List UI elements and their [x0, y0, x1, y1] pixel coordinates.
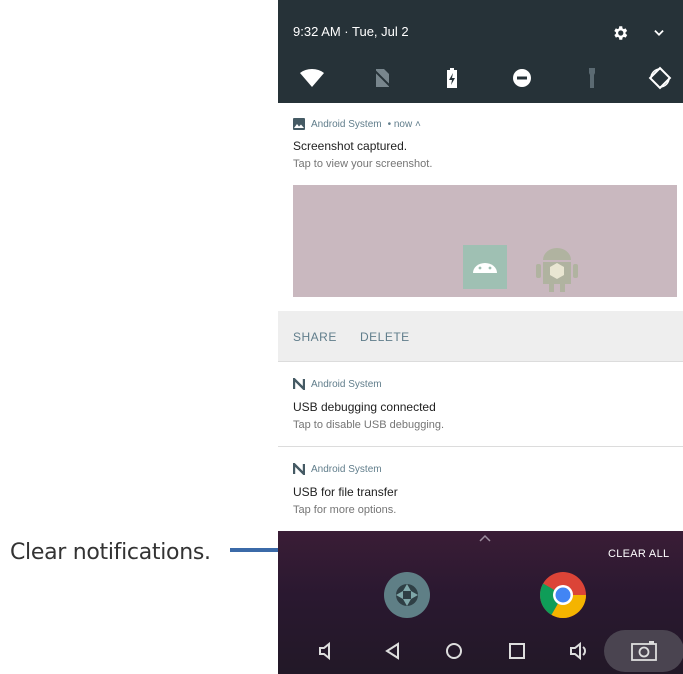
screenshot-preview[interactable]: [293, 185, 677, 297]
chevron-up-icon[interactable]: [479, 534, 491, 542]
battery-saver-icon[interactable]: [440, 66, 464, 90]
notification-header: Android System: [293, 463, 382, 475]
recents-icon[interactable]: [506, 640, 528, 662]
navigation-bar: [278, 628, 683, 674]
wifi-icon[interactable]: [300, 66, 324, 90]
screenshot-thumbnail-art: [463, 245, 578, 292]
phone-screen: 9:32 AM · Tue, Jul 2 Android System • no…: [278, 0, 683, 674]
auto-rotate-icon[interactable]: [648, 66, 672, 90]
notification-header: Android System • now ˄: [293, 118, 421, 130]
image-icon: [293, 118, 305, 130]
flashlight-icon[interactable]: [580, 66, 604, 90]
notification-text: Tap to view your screenshot.: [293, 158, 433, 170]
notification-usb-debugging[interactable]: Android System USB debugging connected T…: [278, 362, 683, 446]
notification-title: USB for file transfer: [293, 485, 398, 499]
volume-up-icon[interactable]: [568, 640, 590, 662]
notification-list: Android System • now ˄ Screenshot captur…: [278, 103, 683, 531]
notification-usb-file-transfer[interactable]: Android System USB for file transfer Tap…: [278, 447, 683, 531]
notification-title: Screenshot captured.: [293, 139, 408, 153]
notification-app-name: Android System: [311, 118, 382, 130]
chrome-icon[interactable]: [539, 571, 587, 619]
notification-actions: SHARE DELETE: [278, 311, 683, 361]
notification-screenshot[interactable]: Android System • now ˄ Screenshot captur…: [278, 103, 683, 361]
quick-settings-panel: 9:32 AM · Tue, Jul 2: [278, 0, 683, 103]
no-sim-icon[interactable]: [370, 66, 394, 90]
notification-app-name: Android System: [311, 378, 382, 390]
notification-title: USB debugging connected: [293, 400, 436, 414]
screenshot-button[interactable]: [604, 630, 683, 672]
notification-text: Tap to disable USB debugging.: [293, 419, 445, 431]
status-datetime: 9:32 AM · Tue, Jul 2: [293, 24, 409, 39]
gear-icon[interactable]: [611, 24, 629, 42]
back-icon[interactable]: [382, 640, 404, 662]
do-not-disturb-icon[interactable]: [510, 66, 534, 90]
android-n-icon: [293, 463, 305, 475]
chevron-down-icon[interactable]: [652, 26, 666, 40]
clear-all-button[interactable]: CLEAR ALL: [608, 548, 669, 560]
notification-header: Android System: [293, 378, 382, 390]
home-icon[interactable]: [443, 640, 465, 662]
callout-label: Clear notifications.: [10, 540, 211, 565]
notification-meta: • now ˄: [387, 118, 421, 130]
notification-text: Tap for more options.: [293, 504, 397, 516]
volume-down-icon[interactable]: [316, 640, 338, 662]
notification-app-name: Android System: [311, 463, 382, 475]
screenshot-camera-icon: [631, 641, 657, 661]
delete-button[interactable]: DELETE: [360, 330, 410, 344]
android-n-icon: [293, 378, 305, 390]
camera-app-icon[interactable]: [383, 571, 431, 619]
share-button[interactable]: SHARE: [293, 330, 337, 344]
home-wallpaper: CLEAR ALL: [278, 531, 683, 674]
